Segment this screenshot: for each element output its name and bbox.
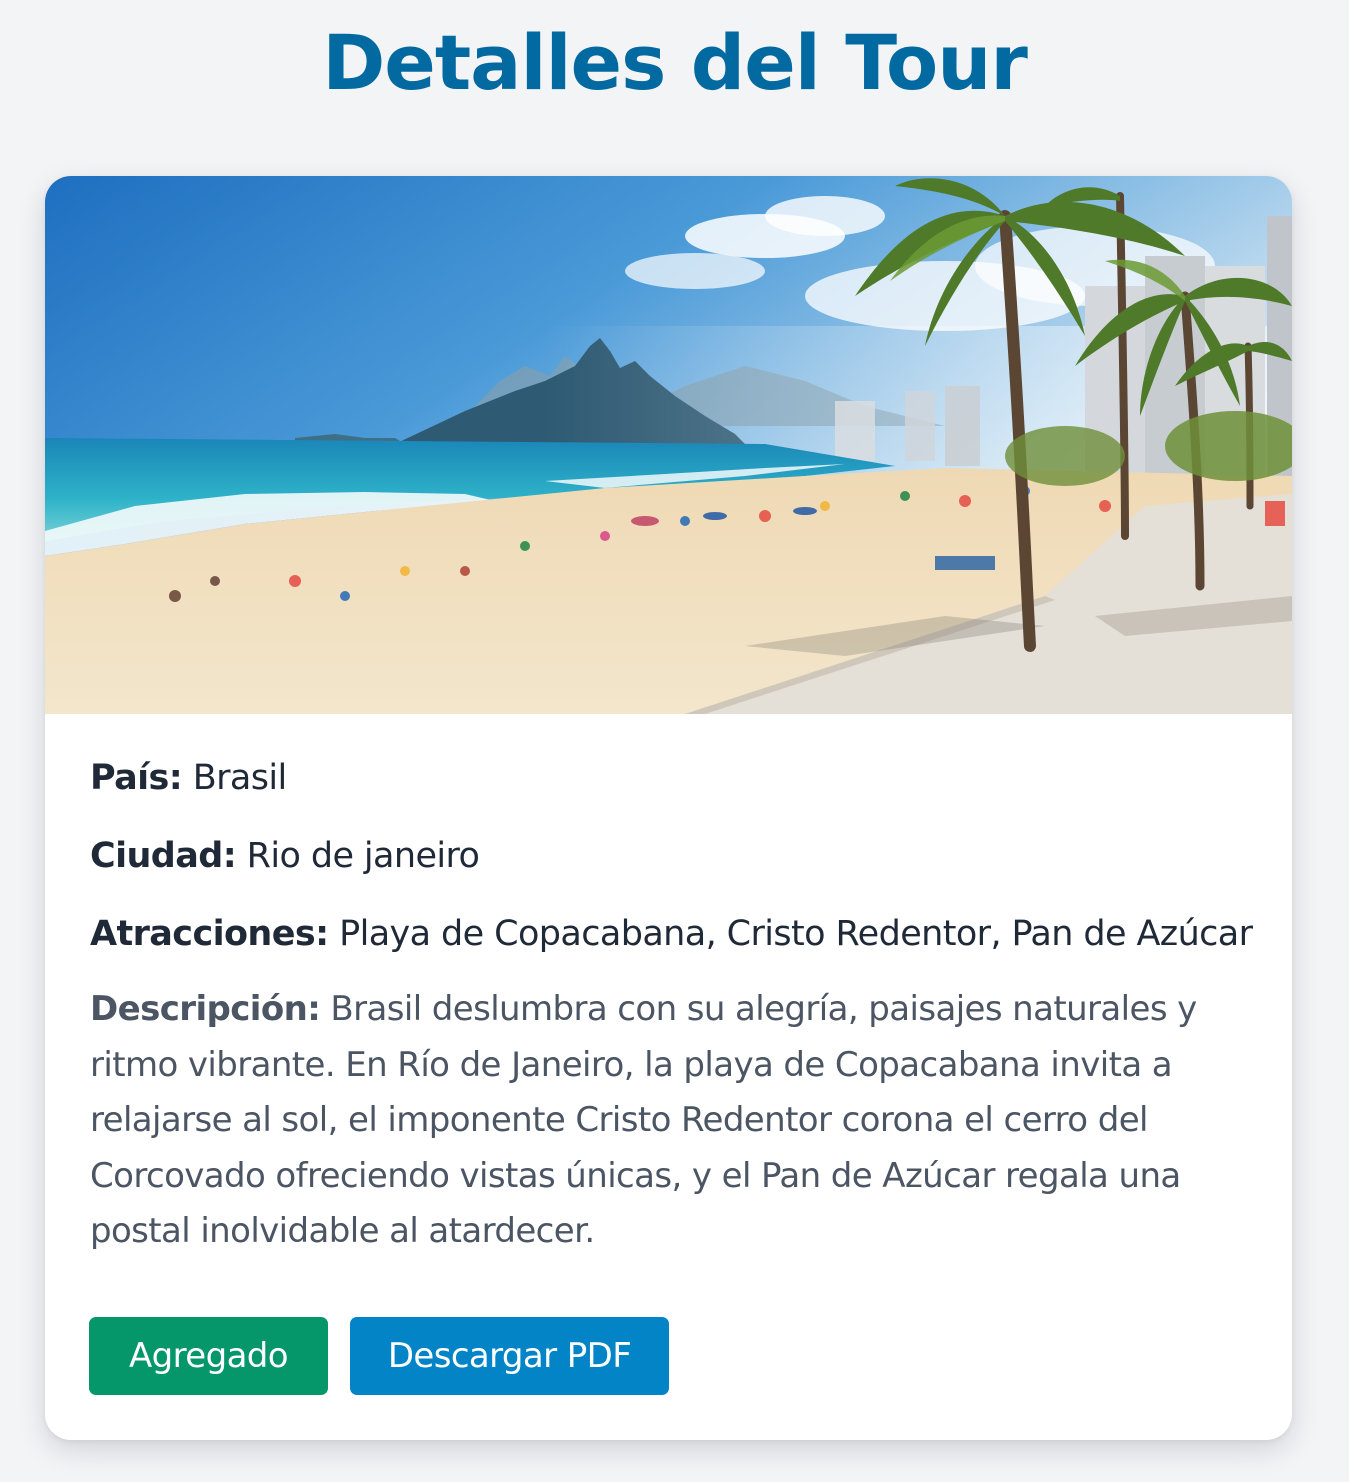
page-title: Detalles del Tour [322, 18, 1028, 107]
country-row: País: Brasil [90, 756, 1260, 800]
attractions-row: Atracciones: Playa de Copacabana, Cristo… [90, 912, 1260, 956]
city-value: Rio de janeiro [246, 836, 480, 876]
city-label: Ciudad: [90, 836, 237, 876]
tour-card: País: Brasil Ciudad: Rio de janeiro Atra… [45, 176, 1292, 1440]
country-label: País: [90, 758, 183, 798]
city-row: Ciudad: Rio de janeiro [90, 834, 1260, 878]
attractions-value: Playa de Copacabana, Cristo Redentor, Pa… [339, 914, 1253, 954]
attractions-label: Atracciones: [90, 914, 329, 954]
download-pdf-button[interactable]: Descargar PDF [350, 1317, 669, 1395]
tour-info: País: Brasil Ciudad: Rio de janeiro Atra… [90, 756, 1260, 1268]
country-value: Brasil [192, 758, 288, 798]
added-button[interactable]: Agregado [89, 1317, 328, 1395]
tour-actions: Agregado Descargar PDF [89, 1317, 669, 1395]
description-paragraph: Descripción: Brasil deslumbra con su ale… [90, 982, 1250, 1260]
tour-image [45, 176, 1292, 714]
description-label: Descripción: [90, 989, 321, 1029]
